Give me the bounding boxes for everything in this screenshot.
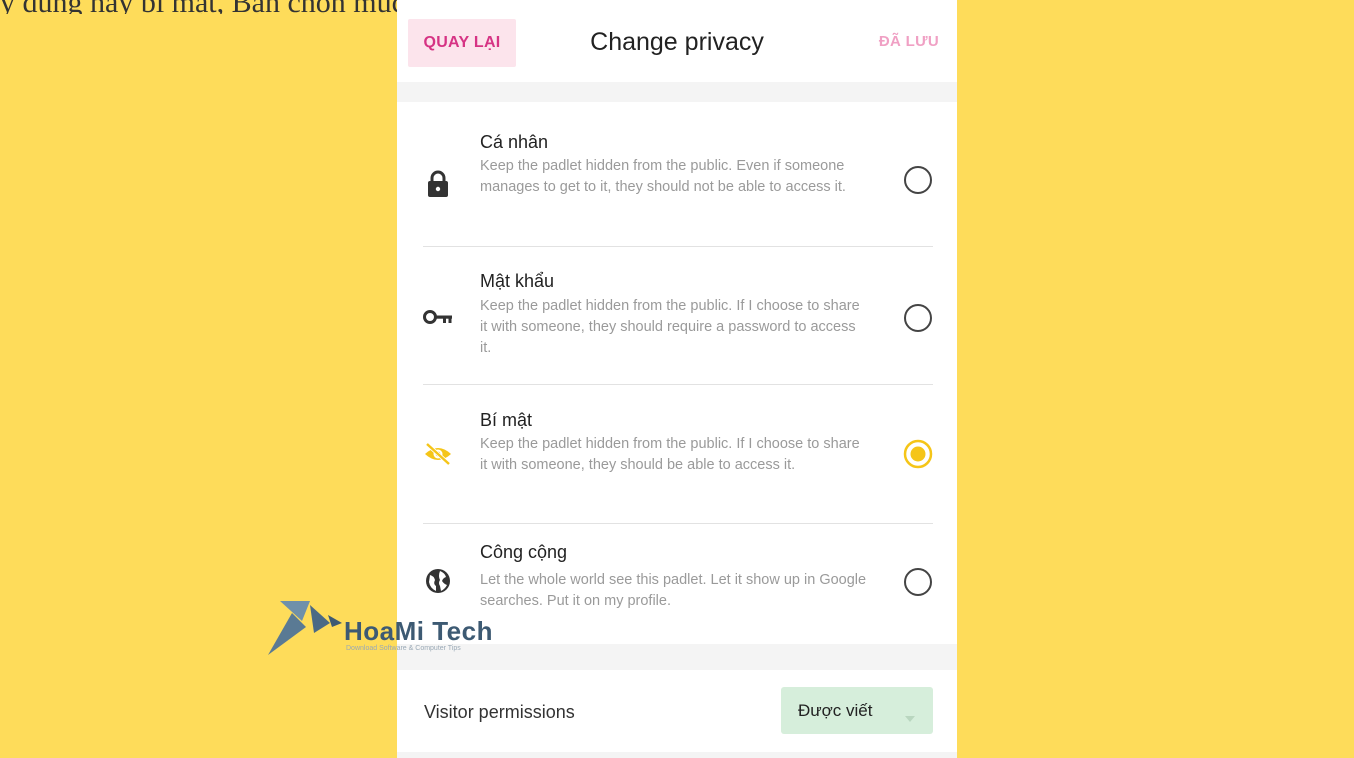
option-description: Keep the padlet hidden from the public. … xyxy=(480,158,846,195)
radio-button-secret-selected[interactable] xyxy=(902,438,934,470)
option-title: Cá nhân xyxy=(480,132,549,152)
key-icon xyxy=(421,300,455,334)
dropdown-caret-icon xyxy=(905,707,915,727)
hoamitech-logo-icon xyxy=(268,601,342,655)
bottom-separator xyxy=(397,752,957,758)
radio-button-public[interactable] xyxy=(902,566,934,598)
watermark-tagline: Download Software & Computer Tips xyxy=(346,645,461,652)
permission-value: Được viết xyxy=(798,701,873,720)
privacy-option-private[interactable]: Cá nhân Keep the padlet hidden from the … xyxy=(397,102,957,246)
radio-button-password[interactable] xyxy=(902,302,934,334)
visitor-permissions-label: Visitor permissions xyxy=(424,702,575,722)
hoamitech-watermark: HoaMi Tech Download Software & Computer … xyxy=(266,597,556,657)
visitor-permissions-dropdown[interactable]: Được viết xyxy=(781,687,933,734)
section-separator xyxy=(397,82,957,102)
option-title: Bí mật xyxy=(480,410,533,430)
option-description: Keep the padlet hidden from the public. … xyxy=(480,436,860,473)
back-button[interactable]: QUAY LẠI xyxy=(408,19,516,67)
header-bar: QUAY LẠI Change privacy ĐÃ LƯU xyxy=(397,0,957,83)
watermark-brand: HoaMi Tech xyxy=(344,616,493,646)
saved-button[interactable]: ĐÃ LƯU xyxy=(879,33,939,50)
option-title: Công cộng xyxy=(480,542,568,562)
privacy-option-secret[interactable]: Bí mật Keep the padlet hidden from the p… xyxy=(397,385,957,523)
page-title: Change privacy xyxy=(590,28,764,56)
globe-icon xyxy=(421,564,455,598)
option-title: Mật khẩu xyxy=(480,271,555,291)
radio-button-private[interactable] xyxy=(902,164,934,196)
privacy-option-password[interactable]: Mật khẩu Keep the padlet hidden from the… xyxy=(397,247,957,384)
eye-off-icon xyxy=(421,437,455,471)
lock-icon xyxy=(421,167,455,201)
option-description: Keep the padlet hidden from the public. … xyxy=(480,298,860,356)
